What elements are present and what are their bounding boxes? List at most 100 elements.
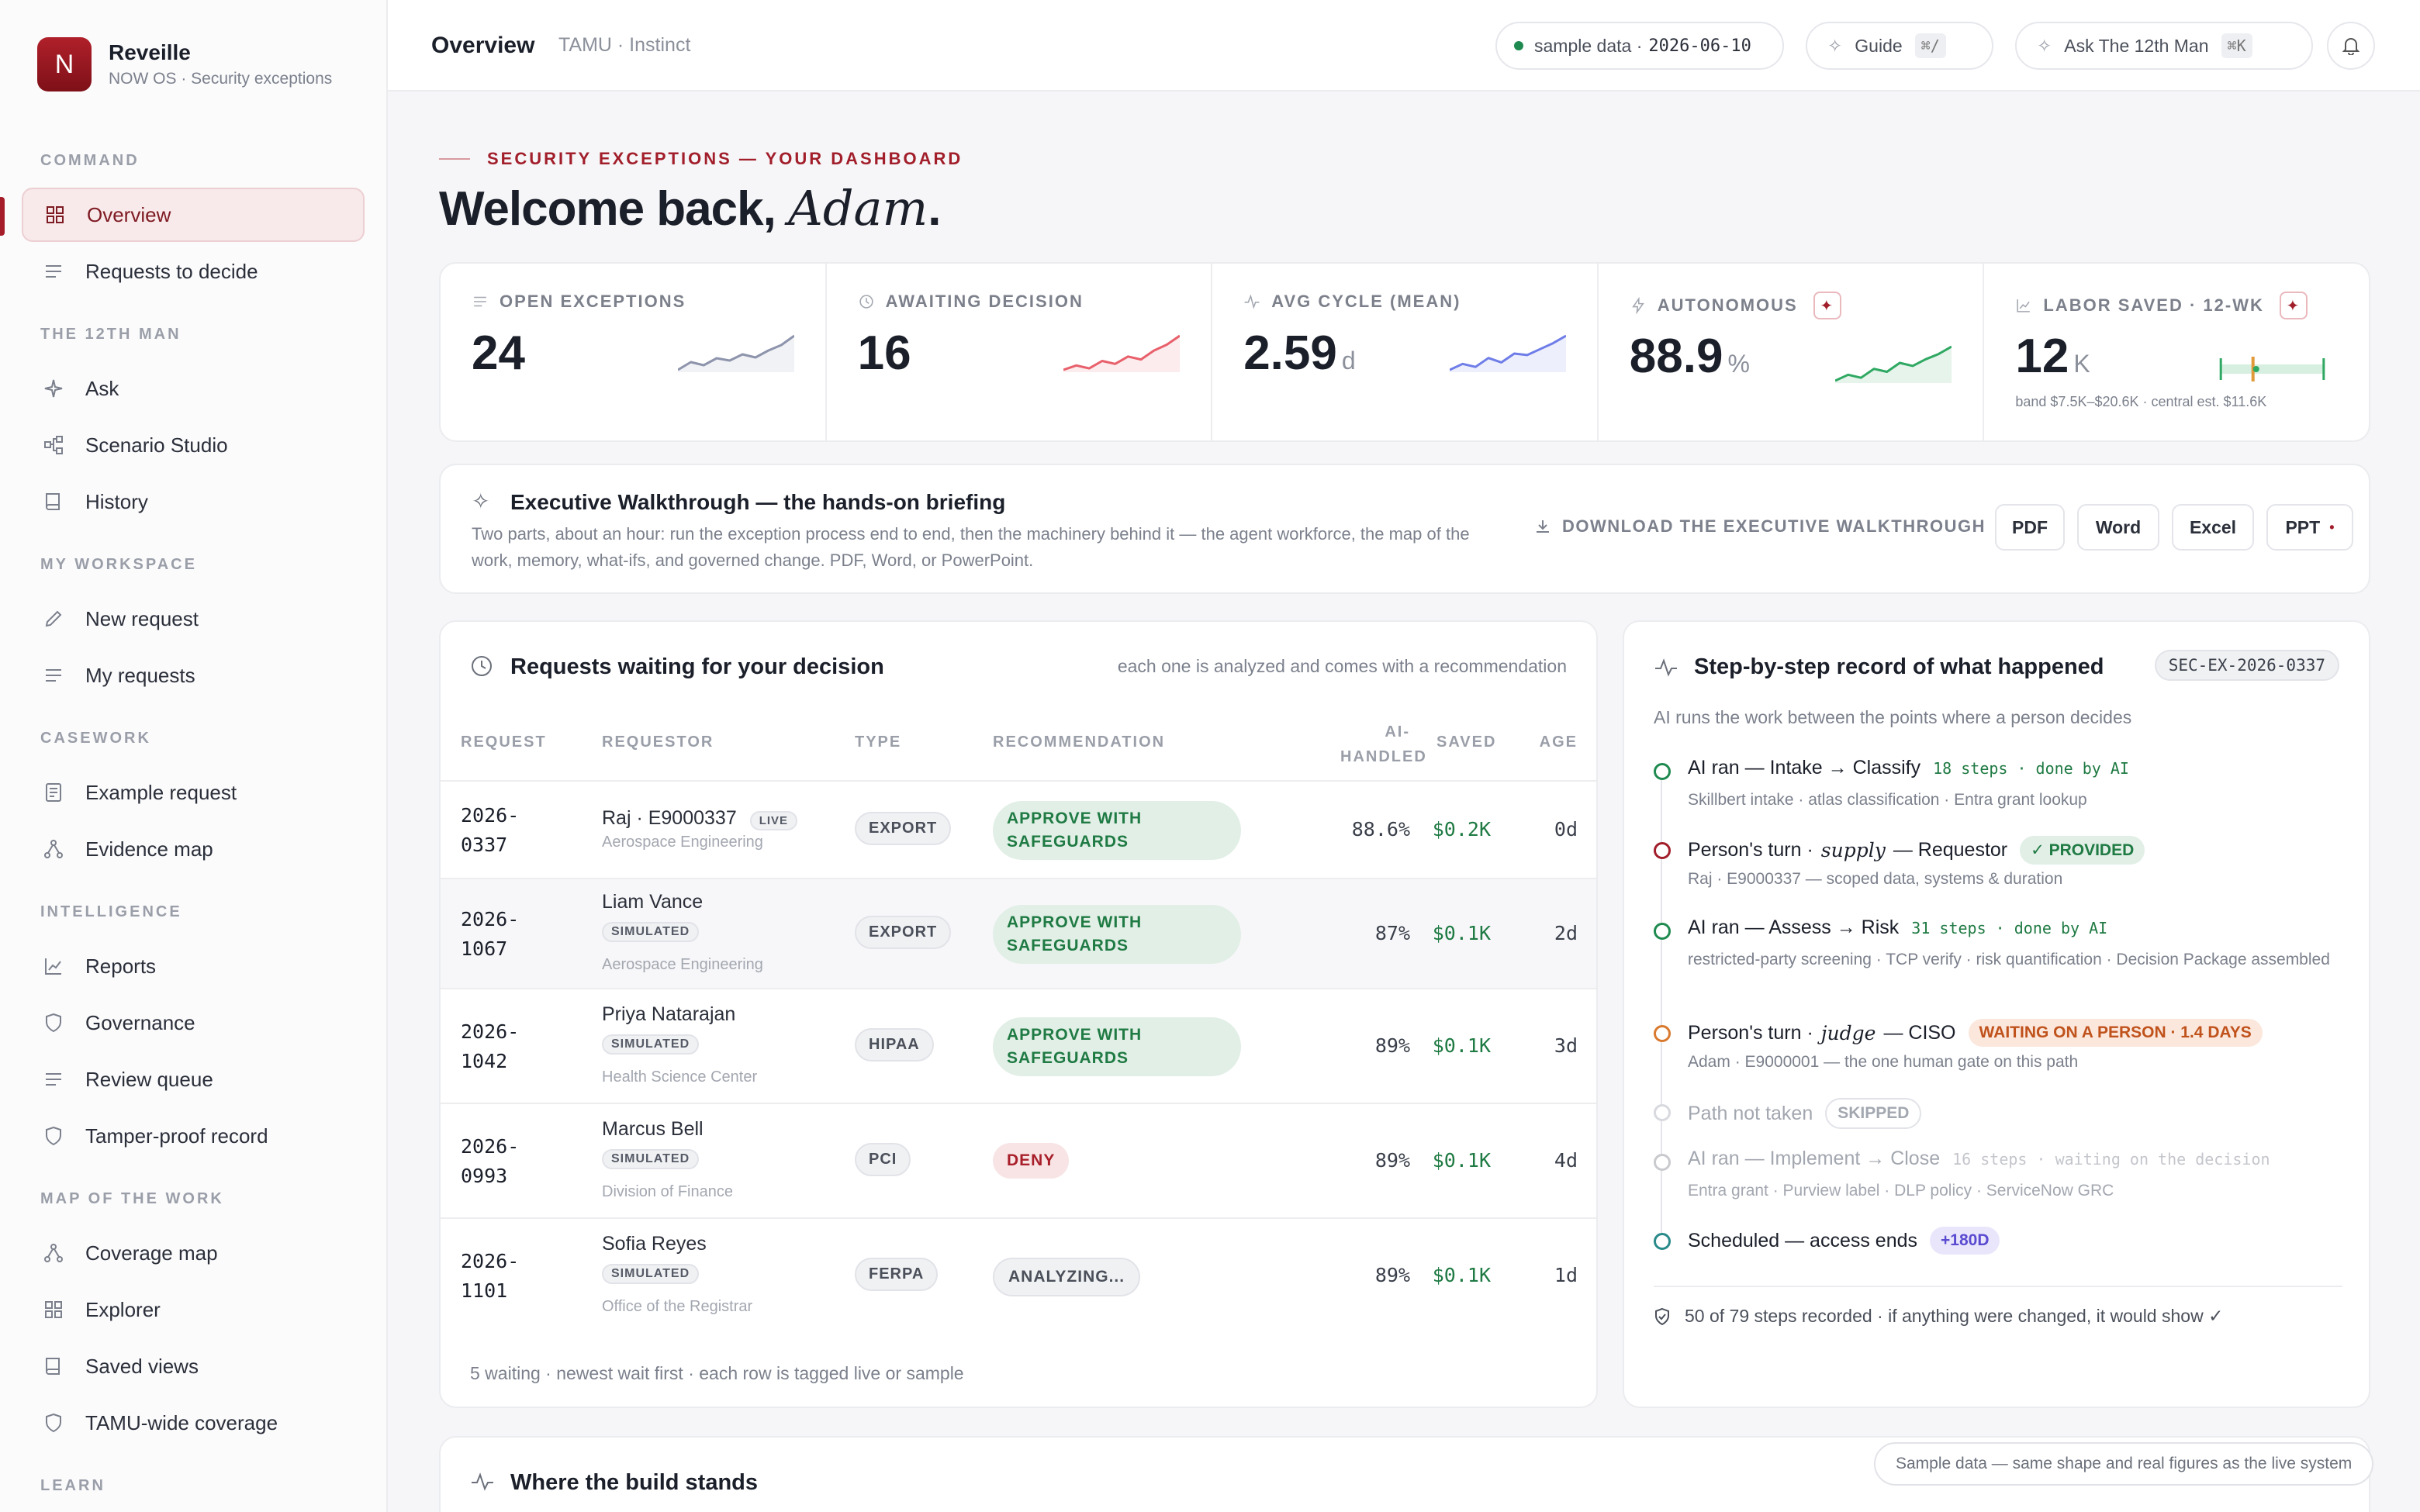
- step-status-badge: ✓ PROVIDED: [2020, 836, 2145, 865]
- col-type[interactable]: TYPE: [855, 734, 901, 751]
- sidebar-item-tamu-wide-coverage[interactable]: TAMU-wide coverage: [22, 1396, 365, 1450]
- step-header: AI ran — Implement → Close 16 steps · wai…: [1688, 1148, 2270, 1170]
- request-id[interactable]: 2026- 1067: [461, 905, 519, 964]
- list-icon: [42, 1068, 65, 1091]
- step-detail: Adam · E9000001 — the one human gate on …: [1688, 1053, 2079, 1071]
- nav-section-heading: LEARN: [40, 1477, 105, 1494]
- kpi-label-text: OPEN EXCEPTIONS: [500, 292, 686, 311]
- ai-step-count: 18 steps · done by AI: [1933, 758, 2129, 778]
- step-dot-icon: [1654, 842, 1671, 859]
- recommendation-badge[interactable]: ANALYZING...: [993, 1258, 1141, 1296]
- live-badge: LIVE: [749, 811, 798, 830]
- table-row[interactable]: 2026- 1101 Sofia Reyes SIMULATED Office …: [441, 1217, 1596, 1332]
- kpi-sparkline: [1835, 345, 1952, 383]
- ai-step-count: 16 steps · waiting on the decision: [1952, 1149, 2270, 1169]
- table-row[interactable]: 2026- 1067 Liam Vance SIMULATED Aerospac…: [441, 878, 1596, 988]
- request-id[interactable]: 2026- 0993: [461, 1132, 519, 1191]
- sidebar-item-coverage-map[interactable]: Coverage map: [22, 1226, 365, 1280]
- data-status-pill[interactable]: sample data · 2026-06-10: [1495, 22, 1784, 70]
- kpi-sparkline: [1063, 334, 1181, 372]
- request-id-year: 2026-: [461, 908, 520, 930]
- col-age[interactable]: AGE: [1514, 734, 1578, 751]
- brand-logo: N: [37, 37, 92, 91]
- sidebar-item-review-queue[interactable]: Review queue: [22, 1052, 365, 1106]
- kpi-awaiting-decision[interactable]: AWAITING DECISION 16: [827, 264, 1213, 440]
- request-id[interactable]: 2026- 1042: [461, 1017, 519, 1076]
- download-pdf-button[interactable]: PDF: [1995, 504, 2065, 551]
- chart-icon: [2015, 297, 2032, 314]
- nav-section-heading: MAP OF THE WORK: [40, 1190, 224, 1207]
- ask-shortcut: ⌘K: [2221, 33, 2252, 58]
- kpi-unit: %: [1727, 350, 1750, 378]
- bell-icon: [2342, 38, 2360, 55]
- eyebrow: SECURITY EXCEPTIONS — YOUR DASHBOARD: [439, 149, 963, 169]
- requestor-name: Priya Natarajan: [602, 1003, 735, 1026]
- sidebar-item-requests-to-decide[interactable]: Requests to decide: [22, 244, 365, 299]
- table-row[interactable]: 2026- 1042 Priya Natarajan SIMULATED Hea…: [441, 988, 1596, 1103]
- sidebar-item-history[interactable]: History: [22, 475, 365, 529]
- step-role: — CISO: [1883, 1021, 1956, 1044]
- sidebar-item-overview[interactable]: Overview: [22, 188, 365, 242]
- kpi-open-exceptions[interactable]: OPEN EXCEPTIONS 24: [441, 264, 827, 440]
- col-recommendation[interactable]: RECOMMENDATION: [993, 734, 1165, 751]
- kpi-value: 2.59 d: [1243, 326, 1355, 381]
- step-detail: Entra grant · Purview label · DLP policy…: [1688, 1182, 2114, 1200]
- kpi-label: OPEN EXCEPTIONS: [472, 292, 686, 312]
- sidebar-item-reports[interactable]: Reports: [22, 939, 365, 993]
- kpi-labor-saved-12-wk[interactable]: LABOR SAVED · 12-WK ✦ 12 K band $7.5K–$20.…: [1984, 264, 2369, 440]
- recommendation-badge[interactable]: APPROVE WITH SAFEGUARDS: [993, 1017, 1241, 1076]
- table-row[interactable]: 2026- 0337 Raj · E9000337 LIVE Aerospace…: [441, 780, 1596, 878]
- col-ai-handled[interactable]: AI-HANDLED: [1340, 720, 1426, 769]
- case-id[interactable]: SEC-EX-2026-0337: [2154, 650, 2339, 681]
- brand[interactable]: N Reveille NOW OS · Security exceptions: [37, 37, 332, 91]
- kpi-label: AUTONOMOUS ✦: [1630, 292, 1841, 319]
- download-excel-button[interactable]: Excel: [2172, 504, 2254, 551]
- kpi-avg-cycle-mean-[interactable]: AVG CYCLE (MEAN) 2.59 d: [1212, 264, 1599, 440]
- sidebar-item-governance[interactable]: Governance: [22, 996, 365, 1050]
- download-word-button[interactable]: Word: [2077, 504, 2159, 551]
- sidebar-item-my-requests[interactable]: My requests: [22, 648, 365, 702]
- request-id[interactable]: 2026- 0337: [461, 801, 519, 860]
- request-id[interactable]: 2026- 1101: [461, 1247, 519, 1306]
- kpi-number: 16: [857, 326, 911, 380]
- notifications-button[interactable]: [2327, 22, 2375, 70]
- sidebar-item-label: Tamper-proof record: [85, 1124, 268, 1148]
- sidebar-item-evidence-map[interactable]: Evidence map: [22, 822, 365, 876]
- sidebar-item-label: Governance: [85, 1010, 195, 1034]
- sidebar-item-label: Requests to decide: [85, 259, 258, 283]
- sidebar-item-scenario-studio[interactable]: Scenario Studio: [22, 418, 365, 472]
- col-requestor[interactable]: REQUESTOR: [602, 734, 714, 751]
- recommendation-badge[interactable]: APPROVE WITH SAFEGUARDS: [993, 905, 1241, 964]
- guide-button[interactable]: ✧ Guide ⌘/: [1806, 22, 1993, 70]
- sidebar-item-saved-views[interactable]: Saved views: [22, 1339, 365, 1393]
- ai-badge-icon[interactable]: ✦: [2279, 292, 2308, 319]
- col-saved[interactable]: SAVED: [1436, 734, 1495, 751]
- recommendation-badge[interactable]: DENY: [993, 1143, 1070, 1179]
- table-row[interactable]: 2026- 0993 Marcus Bell SIMULATED Divisio…: [441, 1103, 1596, 1217]
- sidebar-item-label: Overview: [87, 202, 171, 226]
- sparkline-area: [677, 336, 794, 372]
- col-request[interactable]: REQUEST: [461, 734, 547, 751]
- nodes-icon: [42, 433, 65, 457]
- ai-badge-icon[interactable]: ✦: [1813, 292, 1841, 319]
- sidebar-item-example-request[interactable]: Example request: [22, 765, 365, 820]
- sidebar-item-explorer[interactable]: Explorer: [22, 1282, 365, 1337]
- sidebar-item-ask[interactable]: Ask: [22, 361, 365, 416]
- record-card: Step-by-step record of what happened SEC…: [1623, 620, 2370, 1408]
- kpi-autonomous[interactable]: AUTONOMOUS ✦ 88.9%: [1599, 264, 1985, 440]
- type-badge: HIPAA: [855, 1028, 934, 1062]
- sidebar-item-label: Reports: [85, 954, 157, 978]
- step-dot-icon: [1654, 923, 1671, 940]
- requestor-name-text: Liam Vance: [602, 891, 704, 913]
- guide-shortcut: ⌘/: [1914, 33, 1946, 58]
- walkthrough-card: ✧ Executive Walkthrough — the hands-on b…: [439, 464, 2370, 594]
- ask-button[interactable]: ✧ Ask The 12th Man ⌘K: [2015, 22, 2313, 70]
- recommendation-badge[interactable]: APPROVE WITH SAFEGUARDS: [993, 801, 1241, 860]
- sample-data-toast[interactable]: Sample data — same shape and real figure…: [1874, 1442, 2374, 1486]
- sidebar-item-tamper-proof-record[interactable]: Tamper-proof record: [22, 1109, 365, 1163]
- step-status-badge: SKIPPED: [1825, 1098, 1922, 1129]
- sidebar-item-new-request[interactable]: New request: [22, 592, 365, 646]
- download-ppt-button[interactable]: PPT •: [2266, 504, 2353, 551]
- book-icon: [42, 1355, 65, 1378]
- request-id-number: 1067: [461, 937, 508, 960]
